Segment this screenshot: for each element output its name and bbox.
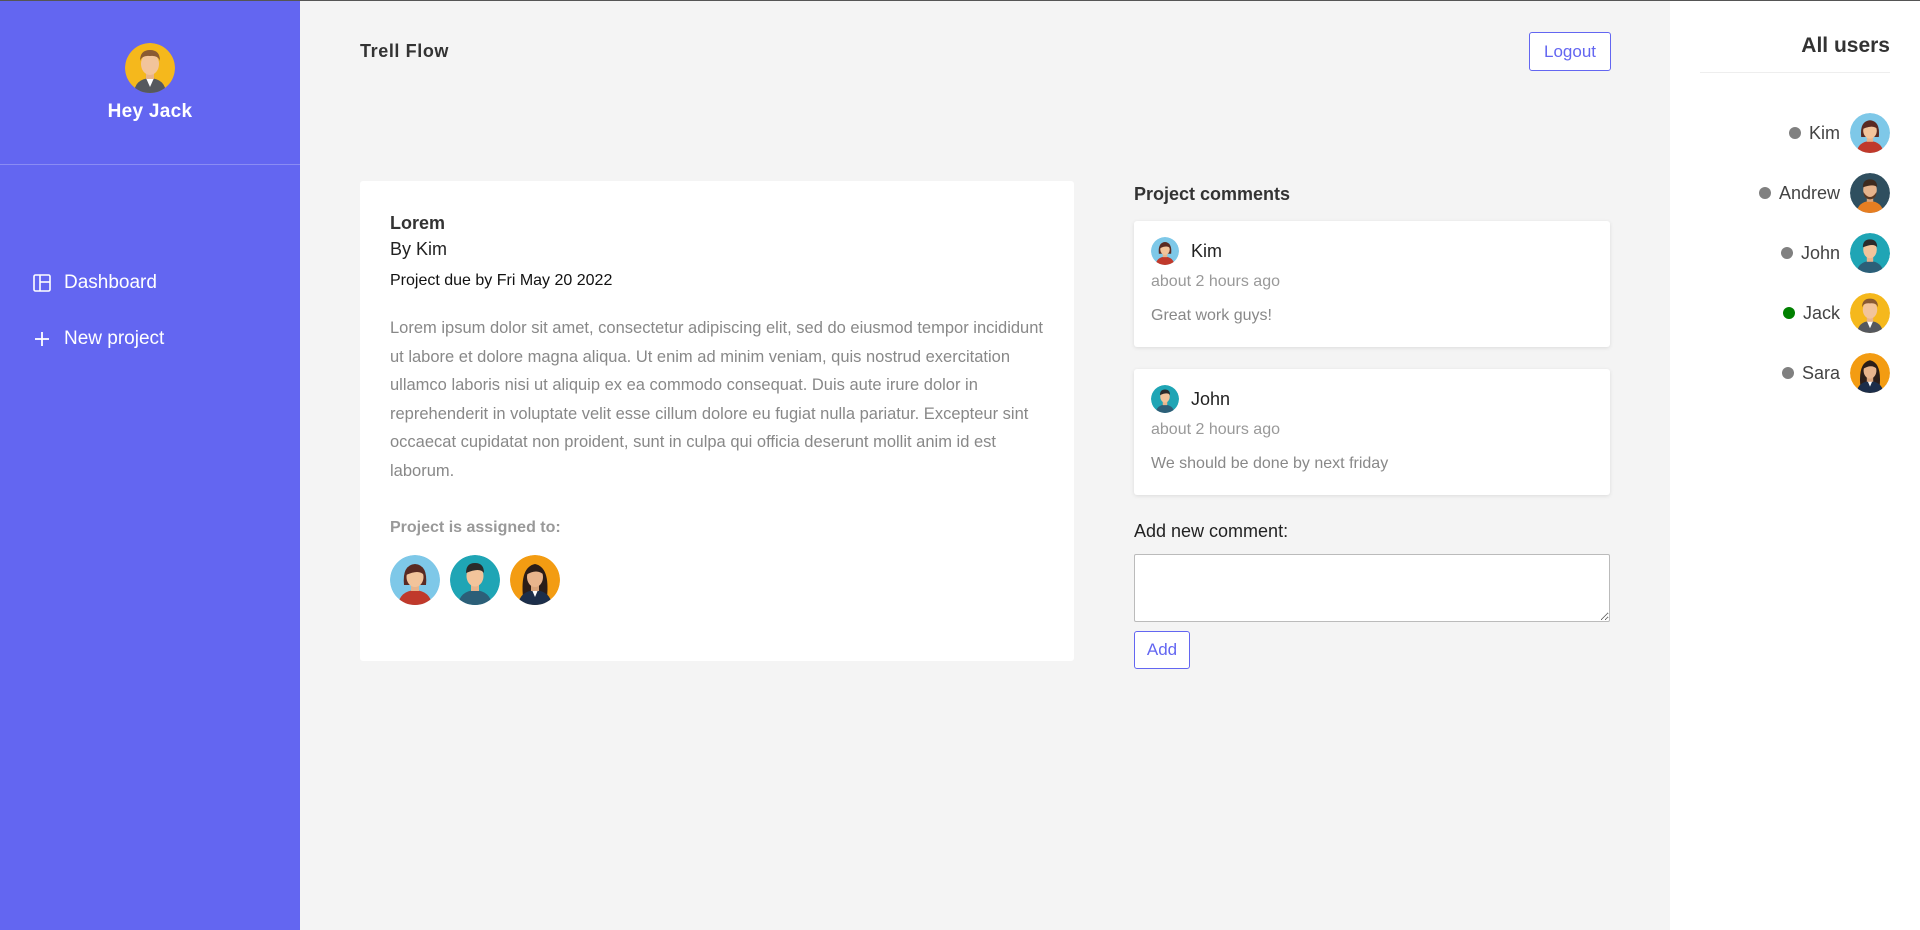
- comment-header: Kim: [1151, 237, 1593, 265]
- nav-item-new-project[interactable]: New project: [0, 311, 300, 367]
- greeting: Hey Jack: [107, 101, 193, 122]
- dashboard-icon: [32, 273, 52, 293]
- comment-card: John about 2 hours ago We should be done…: [1134, 369, 1610, 495]
- users-panel: All users Kim Andrew John Jack Sara: [1670, 1, 1920, 930]
- andrew-avatar: [1850, 173, 1890, 213]
- user-row-sara[interactable]: Sara: [1759, 353, 1890, 393]
- status-dot: [1789, 127, 1801, 139]
- comment-card: Kim about 2 hours ago Great work guys!: [1134, 221, 1610, 347]
- nav-item-label: New project: [64, 328, 165, 349]
- comment-author: John: [1191, 388, 1231, 409]
- sara-avatar: [1850, 353, 1890, 393]
- status-dot: [1758, 187, 1771, 199]
- nav-item-dashboard[interactable]: Dashboard: [0, 255, 300, 311]
- sidebar: Hey Jack Dashboard New project: [0, 1, 300, 930]
- project-description: Lorem ipsum dolor sit amet, consectetur …: [390, 319, 1043, 480]
- john-avatar: [1850, 233, 1890, 273]
- comment-text: We should be done by next friday: [1151, 455, 1389, 472]
- user-row-jack[interactable]: Jack: [1759, 293, 1890, 333]
- nav-item-label: Dashboard: [64, 272, 157, 293]
- users-title: All users: [1801, 34, 1890, 57]
- project-due-date: Project due by Fri May 20 2022: [390, 272, 613, 289]
- plus-icon: [32, 329, 52, 349]
- comment-time: about 2 hours ago: [1151, 421, 1280, 438]
- comment-author: Kim: [1191, 240, 1222, 261]
- sidebar-header: Hey Jack: [0, 1, 300, 165]
- user-name: Sara: [1801, 362, 1840, 383]
- comment-input[interactable]: [1134, 554, 1610, 622]
- comment-time: about 2 hours ago: [1151, 273, 1280, 290]
- john-avatar: [1151, 385, 1179, 413]
- comment-text: Great work guys!: [1151, 307, 1272, 324]
- logout-button[interactable]: Logout: [1529, 32, 1611, 71]
- john-avatar: [450, 555, 500, 605]
- user-row-kim[interactable]: Kim: [1759, 113, 1890, 153]
- user-list: Kim Andrew John Jack Sara: [1758, 113, 1890, 413]
- kim-avatar: [1151, 237, 1179, 265]
- assigned-label: Project is assigned to:: [390, 519, 561, 536]
- divider: [1700, 72, 1890, 73]
- sara-avatar: [510, 555, 560, 605]
- assigned-users: [390, 555, 1044, 605]
- sidebar-nav: Dashboard New project: [0, 165, 300, 367]
- user-name: John: [1800, 242, 1840, 263]
- add-comment-label: Add new comment:: [1134, 521, 1289, 541]
- add-comment-button[interactable]: Add: [1134, 631, 1190, 669]
- user-name: Andrew: [1778, 182, 1840, 203]
- comments-heading: Project comments: [1134, 184, 1291, 204]
- project-author: By Kim: [390, 239, 448, 259]
- user-row-john[interactable]: John: [1759, 233, 1890, 273]
- main-content: Trell Flow Logout Lorem By Kim Project d…: [300, 1, 1670, 930]
- status-dot: [1781, 367, 1794, 379]
- project-card: Lorem By Kim Project due by Fri May 20 2…: [360, 181, 1074, 661]
- project-title: Lorem: [390, 213, 446, 233]
- jack-avatar: [125, 43, 175, 93]
- jack-avatar: [1850, 293, 1890, 333]
- project-comments: Project comments Kim about 2 hours ago G…: [1134, 181, 1610, 669]
- app-title: Trell Flow: [360, 41, 450, 61]
- user-name: Jack: [1802, 302, 1840, 323]
- kim-avatar: [1850, 113, 1890, 153]
- user-row-andrew[interactable]: Andrew: [1758, 173, 1890, 213]
- status-dot: [1782, 307, 1795, 319]
- user-name: Kim: [1809, 122, 1840, 143]
- kim-avatar: [390, 555, 440, 605]
- status-dot: [1780, 247, 1793, 259]
- comment-header: John: [1151, 385, 1593, 413]
